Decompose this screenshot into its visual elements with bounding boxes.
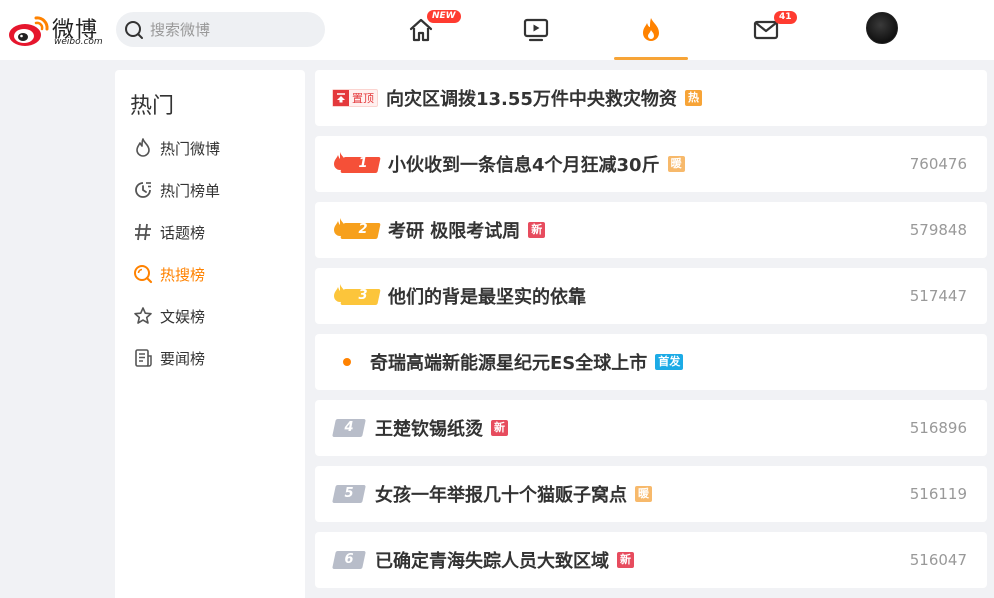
nav-messages-button[interactable]: 41 (729, 0, 803, 60)
star-icon (132, 305, 154, 327)
rank-number: 1 (358, 156, 368, 171)
hot-count: 760476 (909, 155, 967, 173)
sidebar-title: 热门 (130, 94, 175, 119)
rank-number: 2 (358, 222, 368, 237)
hot-item-title: 向灾区调拨13.55万件中央救灾物资 (386, 89, 677, 110)
sidebar-item-news[interactable]: 要闻榜 (132, 346, 205, 370)
flame-icon (643, 18, 659, 41)
warm-tag: 暖 (667, 156, 685, 172)
rank-number: 6 (344, 552, 354, 567)
news-icon (132, 347, 154, 369)
sidebar-item-hot-lists[interactable]: 热门榜单 (132, 178, 220, 202)
hot-count: 517447 (909, 287, 967, 305)
sidebar-item-label: 要闻榜 (160, 349, 206, 368)
new-tag: 新 (617, 552, 634, 568)
user-avatar[interactable] (866, 12, 898, 44)
brand-url: weibo.com (54, 37, 103, 47)
hot-tag: 热 (684, 90, 702, 106)
hot-list-item[interactable]: 5 女孩一年举报几十个猫贩子窝点 暖 516119 (315, 466, 987, 522)
pinned-badge-label: 置顶 (352, 92, 374, 105)
sidebar-item-label: 热门微博 (160, 139, 221, 158)
hot-list-item[interactable]: 4 王楚钦锡纸烫 新 516896 (315, 400, 987, 456)
rank-badge: 5 (332, 485, 366, 503)
hot-item-title: 他们的背是最坚实的依靠 (388, 287, 586, 308)
hot-item-title: 奇瑞高端新能源星纪元ES全球上市 (370, 353, 648, 374)
weibo-eye-icon (9, 16, 49, 46)
rank-badge: 1 (332, 152, 381, 175)
pinned-badge: 置顶 (332, 89, 378, 107)
hashtag-icon (132, 221, 154, 243)
hot-item-title: 考研 极限考试周 (388, 221, 521, 242)
rank-badge: 2 (332, 218, 381, 241)
new-tag: 新 (528, 222, 546, 238)
nav-video-button[interactable] (499, 0, 573, 60)
new-badge: NEW (427, 10, 461, 23)
nav-hot-button[interactable] (614, 0, 688, 60)
hot-list-item[interactable]: 3 他们的背是最坚实的依靠 517447 (315, 268, 987, 324)
rank-number: 4 (344, 420, 354, 435)
sidebar-item-label: 热门榜单 (160, 181, 221, 200)
first-release-tag: 首发 (655, 354, 684, 370)
sidebar-item-hot-search[interactable]: 热搜榜 (132, 262, 205, 286)
hot-count: 516047 (909, 551, 967, 569)
hot-list-item[interactable]: 6 已确定青海失踪人员大致区域 新 516047 (315, 532, 987, 588)
clock-list-icon (132, 179, 154, 201)
sidebar-item-label: 热搜榜 (160, 265, 206, 284)
rank-badge: 3 (332, 284, 381, 307)
hot-item-title: 王楚钦锡纸烫 (375, 419, 483, 440)
hot-item-title: 小伙收到一条信息4个月狂减30斤 (388, 155, 660, 176)
warm-tag: 暖 (635, 486, 652, 502)
search-circle-icon (132, 263, 154, 285)
rank-number: 5 (344, 486, 354, 501)
search-input[interactable] (150, 12, 315, 47)
pin-arrow-icon (333, 90, 349, 106)
hot-list-promoted-item[interactable]: 奇瑞高端新能源星纪元ES全球上市 首发 (315, 334, 987, 390)
video-icon (523, 18, 549, 42)
promoted-dot (343, 358, 351, 366)
hot-count: 516896 (909, 419, 967, 437)
weibo-logo[interactable]: 微博 weibo.com (8, 10, 108, 50)
new-tag: 新 (491, 420, 508, 436)
hot-list-item[interactable]: 1 小伙收到一条信息4个月狂减30斤 暖 760476 (315, 136, 987, 192)
sidebar-item-hot-weibo[interactable]: 热门微博 (132, 136, 220, 160)
hot-item-title: 已确定青海失踪人员大致区域 (375, 551, 609, 572)
rank-number: 3 (358, 288, 368, 303)
sidebar-item-label: 话题榜 (160, 223, 206, 242)
hot-count: 516119 (909, 485, 967, 503)
sidebar-item-entertainment[interactable]: 文娱榜 (132, 304, 205, 328)
rank-badge: 4 (332, 419, 366, 437)
sidebar: 热门 热门微博 热门榜单 话题榜 热搜榜 文娱榜 要闻榜 (115, 70, 305, 598)
flame-outline-icon (132, 137, 154, 159)
hot-item-title: 女孩一年举报几十个猫贩子窝点 (375, 485, 627, 506)
sidebar-item-label: 文娱榜 (160, 307, 206, 326)
rank-badge: 6 (332, 551, 366, 569)
hot-count: 579848 (909, 221, 967, 239)
search-box[interactable] (116, 12, 325, 47)
hot-list-item[interactable]: 2 考研 极限考试周 新 579848 (315, 202, 987, 258)
message-count-badge: 41 (774, 11, 797, 24)
sidebar-item-topics[interactable]: 话题榜 (132, 220, 205, 244)
search-icon (125, 21, 143, 39)
hot-list-pinned-item[interactable]: 置顶 向灾区调拨13.55万件中央救灾物资 热 (315, 70, 987, 126)
top-bar: 微博 weibo.com NEW (0, 0, 994, 60)
nav-home-button[interactable]: NEW (384, 0, 461, 60)
active-tab-underline (614, 57, 688, 60)
